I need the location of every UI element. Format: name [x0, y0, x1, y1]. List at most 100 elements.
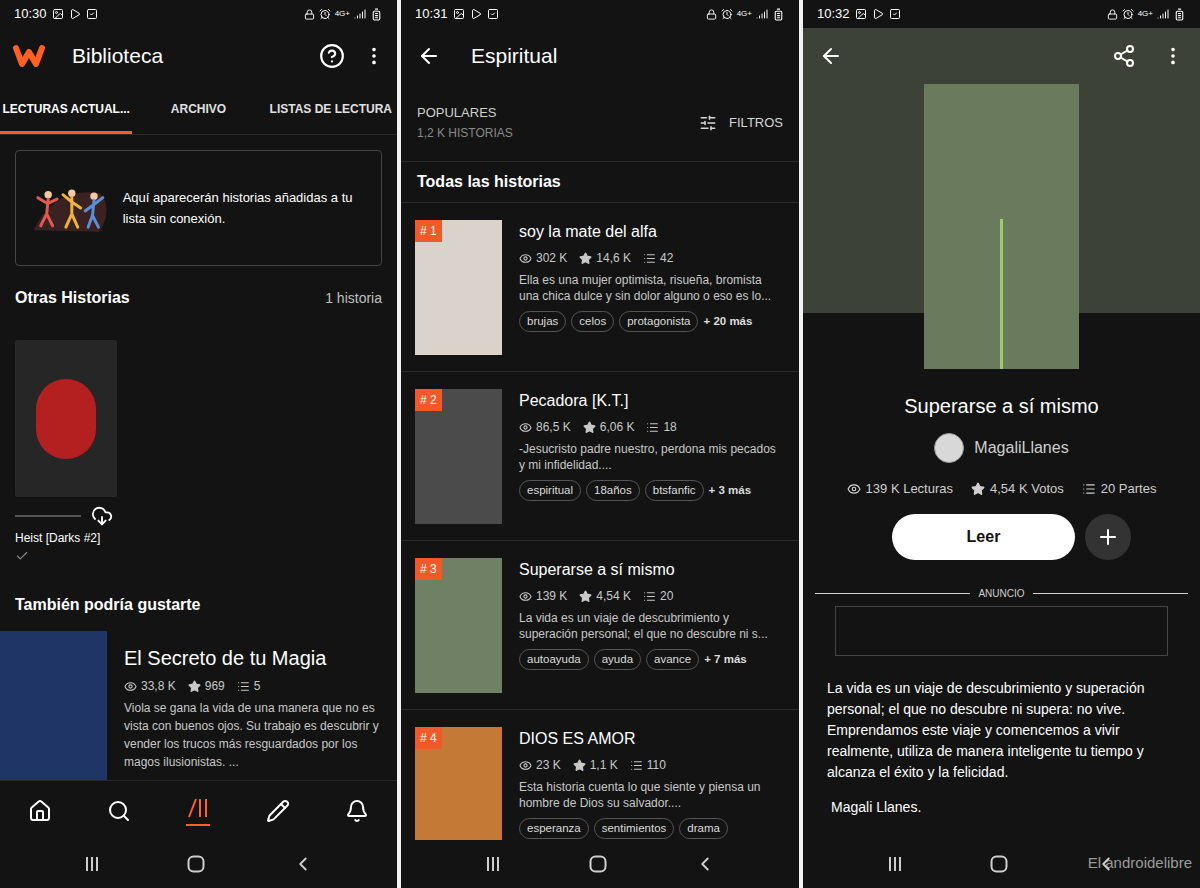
- filters-button[interactable]: FILTROS: [699, 113, 783, 133]
- tag-chip[interactable]: protagonista: [619, 311, 698, 332]
- book-cover[interactable]: [15, 340, 117, 497]
- app-header: [803, 28, 1200, 84]
- story-stats: 139 K4,54 K20: [519, 587, 785, 605]
- suggestion-cover[interactable]: [0, 631, 107, 780]
- back-button-icon[interactable]: [292, 853, 314, 875]
- parts-count: 42: [660, 249, 673, 267]
- story-cover[interactable]: # 3: [415, 558, 502, 693]
- tag-chip[interactable]: espiritual: [519, 480, 581, 501]
- library-tabs: LECTURAS ACTUAL...ARCHIVOLISTAS DE LECTU…: [0, 84, 397, 135]
- story-title: DIOS ES AMOR: [519, 727, 785, 751]
- story-row[interactable]: # 3Superarse a sí mismo139 K4,54 K20La v…: [401, 541, 799, 710]
- story-title: Pecadora [K.T.]: [519, 389, 785, 413]
- read-button[interactable]: Leer: [892, 514, 1075, 560]
- more-tags[interactable]: + 20 más: [703, 313, 752, 330]
- nav-item[interactable]: [28, 799, 52, 823]
- recent-apps-icon[interactable]: [83, 855, 101, 873]
- help-icon[interactable]: [319, 43, 345, 69]
- story-list: # 1soy la mate del alfa302 K14,6 K42Ella…: [401, 203, 799, 840]
- tag-chip[interactable]: btsfanfic: [645, 480, 704, 501]
- library-book[interactable]: Heist [Darks #2]: [15, 340, 117, 563]
- views-count: 86,5 K: [536, 418, 571, 436]
- share-icon[interactable]: [1112, 44, 1136, 68]
- tag-chip[interactable]: sentimientos: [594, 818, 675, 839]
- bottom-nav: [0, 780, 397, 840]
- battery-icon: [1173, 8, 1186, 21]
- status-bar: 10:314G+: [401, 0, 799, 28]
- nav-icon: [28, 799, 52, 823]
- system-nav: El androidelibre: [803, 840, 1200, 888]
- status-bar: 10:304G+: [0, 0, 397, 28]
- tag-chip[interactable]: autoayuda: [519, 649, 589, 670]
- watermark: El androidelibre: [1088, 852, 1192, 875]
- library-tab[interactable]: ARCHIVO: [132, 84, 264, 134]
- recent-apps-icon[interactable]: [886, 855, 904, 873]
- more-icon[interactable]: [1162, 45, 1184, 67]
- more-tags[interactable]: + 7 más: [704, 651, 747, 668]
- home-button-icon[interactable]: [989, 854, 1009, 874]
- play-icon: [470, 8, 482, 20]
- library-nav-icon: [186, 796, 210, 820]
- ad-box[interactable]: [835, 606, 1168, 656]
- system-nav: [0, 840, 397, 888]
- plus-icon: [1096, 525, 1120, 549]
- offline-banner-text: Aquí aparecerán historias añadidas a tu …: [123, 187, 371, 229]
- nav-indicator: [186, 824, 210, 826]
- download-icon[interactable]: [91, 505, 113, 527]
- lock-icon: [706, 9, 717, 20]
- votes-count: 969: [205, 677, 225, 695]
- story-row[interactable]: # 2Pecadora [K.T.]86,5 K6,06 K18-Jesucri…: [401, 372, 799, 541]
- more-tags[interactable]: + 3 más: [709, 482, 752, 499]
- network-label: 4G+: [1138, 10, 1153, 18]
- back-arrow-icon[interactable]: [417, 44, 441, 68]
- story-cover[interactable]: # 2: [415, 389, 502, 524]
- back-button-icon[interactable]: [694, 853, 716, 875]
- section-title: Otras Historias: [15, 286, 130, 310]
- story-stats: 302 K14,6 K42: [519, 249, 785, 267]
- tag-chip[interactable]: brujas: [519, 311, 566, 332]
- synced-check-icon: [15, 549, 29, 563]
- parts-count: 20: [660, 587, 673, 605]
- author-name: MagaliLlanes: [974, 436, 1068, 460]
- status-time: 10:30: [14, 4, 47, 24]
- reads-icon: [847, 482, 861, 496]
- nav-item[interactable]: [186, 796, 210, 826]
- tag-chip[interactable]: drama: [679, 818, 728, 839]
- nav-item[interactable]: [107, 799, 131, 823]
- story-cover[interactable]: # 4: [415, 727, 502, 840]
- add-to-list-button[interactable]: [1085, 514, 1131, 560]
- story-row[interactable]: # 1soy la mate del alfa302 K14,6 K42Ella…: [401, 203, 799, 372]
- more-icon[interactable]: [363, 45, 385, 67]
- tag-chip[interactable]: 18años: [586, 480, 640, 501]
- author-row[interactable]: MagaliLlanes: [803, 433, 1200, 463]
- back-arrow-icon[interactable]: [819, 44, 843, 68]
- library-tab[interactable]: LISTAS DE LECTURA: [265, 84, 397, 134]
- category-screen: 10:314G+EspiritualPOPULARES1,2 K HISTORI…: [401, 0, 799, 888]
- tag-chip[interactable]: avance: [646, 649, 699, 670]
- wattpad-logo-icon[interactable]: [12, 42, 46, 70]
- signal-icon: [756, 8, 768, 20]
- story-row[interactable]: # 4DIOS ES AMOR23 K1,1 K110Esta historia…: [401, 710, 799, 840]
- story-cover[interactable]: # 1: [415, 220, 502, 355]
- recent-apps-icon[interactable]: [484, 855, 502, 873]
- story-signature: Magali Llanes.: [803, 797, 1200, 818]
- sort-label[interactable]: POPULARES: [417, 103, 513, 123]
- suggestion-item[interactable]: El Secreto de tu Magia33,8 K9695Viola se…: [0, 631, 397, 780]
- story-title: Superarse a sí mismo: [519, 558, 785, 582]
- battery-icon: [772, 8, 785, 21]
- nav-item[interactable]: [266, 799, 290, 823]
- story-cover: [924, 84, 1079, 369]
- nav-item[interactable]: [345, 799, 369, 823]
- views-count: 23 K: [536, 756, 561, 774]
- status-time: 10:32: [817, 4, 850, 24]
- home-button-icon[interactable]: [588, 854, 608, 874]
- tag-chip[interactable]: ayuda: [594, 649, 641, 670]
- tag-chip[interactable]: esperanza: [519, 818, 589, 839]
- task-icon: [86, 8, 98, 20]
- tag-chip[interactable]: celos: [571, 311, 614, 332]
- story-screen: 10:324G+Superarse a sí mismoMagaliLlanes…: [803, 0, 1200, 888]
- home-button-icon[interactable]: [186, 854, 206, 874]
- library-tab[interactable]: LECTURAS ACTUAL...: [0, 84, 132, 134]
- story-title: soy la mate del alfa: [519, 220, 785, 244]
- offline-banner: Aquí aparecerán historias añadidas a tu …: [15, 150, 382, 266]
